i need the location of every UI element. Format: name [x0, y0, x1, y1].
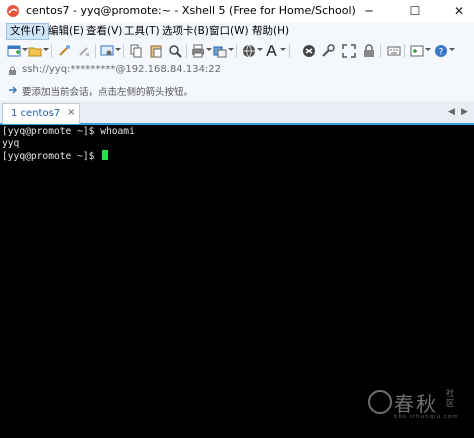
font-icon[interactable] [264, 43, 280, 59]
reconnect-icon[interactable] [56, 43, 72, 59]
tab-bar: 1 centos7 × ◀ ▶ [0, 101, 474, 125]
close-button[interactable]: ✕ [444, 0, 474, 22]
properties-icon[interactable] [99, 43, 115, 59]
toolbar-separator [186, 44, 187, 58]
fullscreen-icon[interactable] [341, 43, 357, 59]
properties-dropdown-icon[interactable] [115, 48, 121, 51]
transfer-icon[interactable] [212, 43, 228, 59]
watermark-side-text: 社区 [446, 389, 455, 409]
menu-bar: 文件(F) 编辑(E) 查看(V) 工具(T) 选项卡(B) 窗口(W) 帮助(… [0, 22, 474, 40]
tab-next-icon[interactable]: ▶ [461, 107, 468, 117]
minimize-button[interactable]: ─ [354, 0, 384, 22]
terminal-line: yyq [2, 138, 20, 149]
watermark-logo-icon [368, 390, 392, 414]
tools-icon[interactable] [320, 43, 336, 59]
maximize-button[interactable]: ☐ [400, 0, 430, 22]
menu-edit[interactable]: 编辑(E) [45, 24, 87, 39]
transfer-dropdown-icon[interactable] [228, 48, 234, 51]
open-dropdown-icon[interactable] [43, 48, 49, 51]
menu-file[interactable]: 文件(F) [6, 23, 50, 40]
terminal-cursor [102, 150, 109, 160]
globe-dropdown-icon[interactable] [257, 48, 263, 51]
toolbar-separator [404, 44, 405, 58]
globe-icon[interactable] [241, 43, 257, 59]
hint-text: 要添加当前会话，点击左侧的箭头按钮。 [22, 87, 194, 98]
toolbar-separator [236, 44, 237, 58]
keyboard-icon[interactable] [386, 43, 402, 59]
paste-icon[interactable] [148, 43, 164, 59]
terminal-line: [yyq@promote ~]$ whoami [2, 126, 135, 137]
menu-tools[interactable]: 工具(T) [121, 24, 163, 39]
tab-centos7[interactable]: 1 centos7 × [2, 103, 80, 124]
script-dropdown-icon[interactable] [425, 48, 431, 51]
new-session-icon[interactable] [6, 43, 22, 59]
tab-label: 1 centos7 [11, 108, 61, 119]
font-dropdown-icon[interactable] [280, 48, 286, 51]
open-folder-icon[interactable] [27, 43, 43, 59]
xftp-icon[interactable] [301, 43, 317, 59]
toolbar: ? [0, 40, 474, 63]
tab-close-button[interactable]: × [67, 107, 75, 118]
lock-small-icon [9, 66, 16, 75]
title-bar: centos7 - yyq@promote:~ - Xshell 5 (Free… [0, 0, 474, 22]
toolbar-separator [123, 44, 124, 58]
xshell-app-icon[interactable] [6, 4, 20, 18]
print-icon[interactable] [190, 43, 206, 59]
help-dropdown-icon[interactable] [449, 48, 455, 51]
toolbar-separator [289, 44, 290, 58]
watermark-url: bbs.ichunqiu.com [394, 414, 459, 420]
svg-text:?: ? [439, 48, 444, 58]
add-session-arrow-icon[interactable] [8, 85, 18, 95]
terminal-prompt-line: [yyq@promote ~]$ [2, 150, 109, 162]
menu-view[interactable]: 查看(V) [83, 24, 125, 39]
address-bar[interactable]: ssh://yyq:*********@192.168.84.134:22 [0, 62, 474, 80]
session-address[interactable]: ssh://yyq:*********@192.168.84.134:22 [22, 64, 221, 75]
window-title: centos7 - yyq@promote:~ - Xshell 5 (Free… [26, 4, 356, 17]
find-icon[interactable] [167, 43, 183, 59]
lock-icon[interactable] [361, 43, 377, 59]
toolbar-separator [95, 44, 96, 58]
copy-icon[interactable] [128, 43, 144, 59]
toolbar-separator [380, 44, 381, 58]
menu-window[interactable]: 窗口(W) [206, 24, 252, 39]
script-icon[interactable] [409, 43, 425, 59]
toolbar-separator [51, 44, 52, 58]
menu-tabs[interactable]: 选项卡(B) [159, 24, 212, 39]
hint-bar: 要添加当前会话，点击左侧的箭头按钮。 [0, 79, 474, 102]
watermark-main-text: 春秋 [394, 392, 438, 416]
help-icon[interactable]: ? [433, 43, 449, 59]
menu-help[interactable]: 帮助(H) [249, 24, 292, 39]
disconnect-icon[interactable] [76, 43, 92, 59]
tab-prev-icon[interactable]: ◀ [448, 107, 455, 117]
